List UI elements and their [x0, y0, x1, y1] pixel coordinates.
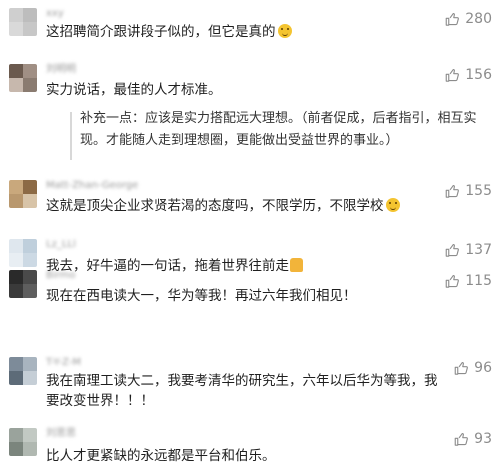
- avatar-tile: [23, 180, 37, 194]
- reply-divider: [70, 112, 72, 160]
- avatar-tile: [23, 357, 37, 371]
- user-nickname[interactable]: T-Y-Z-M: [46, 358, 81, 368]
- like-count: 137: [465, 242, 492, 258]
- comment-text: 实力说话，最佳的人才标准。: [46, 82, 222, 98]
- thumbs-up-outline-icon: [445, 68, 460, 82]
- avatar-tile: [9, 371, 23, 385]
- comment-text: 现在在西电读大一，华为等我！再过六年我们相见！: [46, 288, 357, 304]
- avatar[interactable]: [9, 357, 37, 385]
- like-count: 115: [465, 273, 492, 289]
- comment-text-content: 我去，好牛逼的一句话，拖着世界往前走: [46, 258, 289, 274]
- avatar-tile: [9, 180, 23, 194]
- avatar[interactable]: [9, 270, 37, 298]
- blush-face-emoji-icon: [277, 24, 292, 38]
- avatar-tile: [9, 270, 23, 284]
- avatar[interactable]: [9, 64, 37, 92]
- reply-text: 补充一点：应该是实力搭配远大理想。（前者促成，后者指引，相互实现。才能随人走到理…: [80, 111, 477, 148]
- comment-text: 这招聘简介跟讲段子似的，但它是真的: [46, 22, 426, 42]
- avatar[interactable]: [9, 239, 37, 267]
- avatar[interactable]: [9, 180, 37, 208]
- avatar-tile: [23, 194, 37, 208]
- like-button[interactable]: 115: [445, 272, 492, 290]
- like-button[interactable]: 93: [454, 430, 492, 448]
- avatar-tile: [23, 371, 37, 385]
- thumbs-up-outline-icon: [445, 274, 460, 288]
- comment-text-content: 这招聘简介跟讲段子似的，但它是真的: [46, 24, 276, 40]
- like-count: 155: [465, 183, 492, 199]
- like-count: 96: [474, 360, 492, 376]
- comment-text: 我去，好牛逼的一句话，拖着世界往前走: [46, 256, 426, 276]
- user-nickname[interactable]: Birmo: [46, 271, 75, 281]
- like-button[interactable]: 155: [445, 182, 492, 200]
- avatar-tile: [9, 428, 23, 442]
- user-nickname[interactable]: xxy: [46, 9, 64, 19]
- avatar-tile: [23, 442, 37, 456]
- user-nickname[interactable]: Lz_LLl: [46, 240, 76, 250]
- avatar[interactable]: [9, 428, 37, 456]
- comment-text-content: 这就是顶尖企业求贤若渴的态度吗，不限学历，不限学校: [46, 198, 384, 214]
- like-count: 93: [474, 431, 492, 447]
- avatar-tile: [9, 284, 23, 298]
- thumbs-up-emoji-icon: [290, 258, 303, 272]
- avatar-tile: [9, 357, 23, 371]
- avatar-tile: [9, 64, 23, 78]
- comment-text: 这就是顶尖企业求贤若渴的态度吗，不限学历，不限学校: [46, 196, 426, 216]
- avatar-tile: [9, 8, 23, 22]
- thumbs-up-outline-icon: [445, 184, 460, 198]
- avatar-tile: [23, 64, 37, 78]
- avatar-tile: [9, 194, 23, 208]
- like-count: 156: [465, 67, 492, 83]
- thumbs-up-outline-icon: [445, 12, 460, 26]
- like-button[interactable]: 280: [445, 10, 492, 28]
- like-count: 280: [465, 11, 492, 27]
- avatar-tile: [9, 78, 23, 92]
- avatar-tile: [23, 22, 37, 36]
- avatar[interactable]: [9, 8, 37, 36]
- user-nickname[interactable]: 刘思思: [46, 429, 76, 439]
- avatar-tile: [23, 8, 37, 22]
- user-nickname[interactable]: Matt-Zhan-George: [46, 181, 138, 191]
- avatar-tile: [23, 270, 37, 284]
- avatar-tile: [23, 239, 37, 253]
- avatar-tile: [23, 284, 37, 298]
- avatar-tile: [9, 239, 23, 253]
- avatar-tile: [9, 22, 23, 36]
- grin-emoji-icon: [385, 198, 400, 212]
- thumbs-up-outline-icon: [445, 243, 460, 257]
- comment-text: 我在南理工读大二，我要考清华的研究生，六年以后华为等我，我要改变世界！！！: [46, 373, 438, 409]
- user-nickname[interactable]: 刘明明: [46, 65, 76, 75]
- like-button[interactable]: 96: [454, 359, 492, 377]
- avatar-tile: [23, 253, 37, 267]
- comment-text: 比人才更紧缺的永远都是平台和伯乐。: [46, 448, 276, 464]
- thumbs-up-outline-icon: [454, 361, 469, 375]
- avatar-tile: [23, 78, 37, 92]
- avatar-tile: [9, 442, 23, 456]
- like-button[interactable]: 156: [445, 66, 492, 84]
- thumbs-up-outline-icon: [454, 432, 469, 446]
- like-button[interactable]: 137: [445, 241, 492, 259]
- avatar-tile: [23, 428, 37, 442]
- avatar-tile: [9, 253, 23, 267]
